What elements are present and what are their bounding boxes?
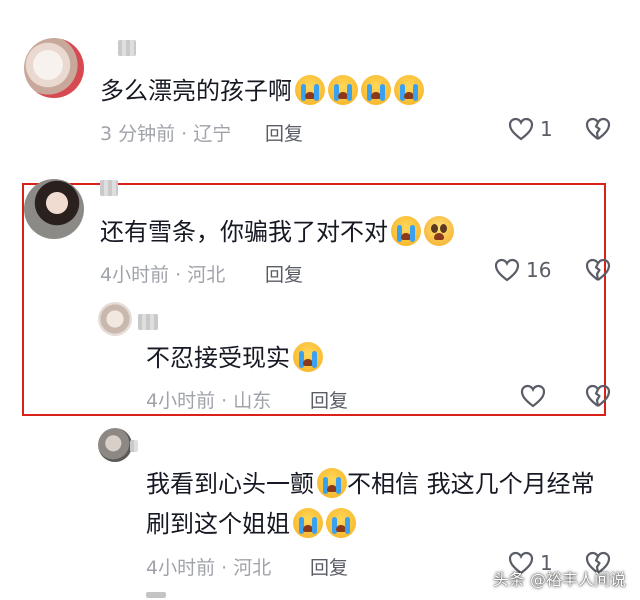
- comment-text-content: 刷到这个姐姐: [146, 510, 290, 538]
- avatar[interactable]: [24, 38, 84, 98]
- crying-face-icon: [361, 75, 391, 105]
- comment-text-content: 不忍接受现实: [146, 344, 290, 372]
- like-count: 1: [540, 117, 553, 141]
- avatar[interactable]: [98, 428, 132, 462]
- crying-face-icon: [295, 75, 325, 105]
- username-redacted[interactable]: [100, 180, 118, 196]
- heart-icon: [508, 117, 534, 141]
- reply-button[interactable]: 回复: [310, 553, 348, 580]
- reply-button[interactable]: 回复: [310, 386, 348, 413]
- reply-button[interactable]: 回复: [265, 260, 303, 287]
- comment-text-content: 多么漂亮的孩子啊: [100, 77, 292, 105]
- crying-face-icon: [326, 508, 356, 538]
- crying-face-icon: [317, 468, 347, 498]
- comment-meta: 4小时前 · 山东: [146, 390, 272, 412]
- next-comment-peek: [146, 592, 166, 598]
- comment-text-content: 我看到心头一颤: [146, 470, 314, 498]
- avatar[interactable]: [24, 179, 84, 239]
- broken-heart-icon: [585, 117, 611, 140]
- like-button[interactable]: [520, 384, 546, 408]
- dislike-button[interactable]: [585, 258, 611, 286]
- pleading-face-icon: [424, 216, 454, 246]
- crying-face-icon: [328, 75, 358, 105]
- comment-text: 多么漂亮的孩子啊: [100, 73, 424, 109]
- crying-face-icon: [293, 342, 323, 372]
- comment-meta: 4小时前 · 河北: [100, 264, 226, 286]
- crying-face-icon: [394, 75, 424, 105]
- comment-text-content: 不相信 我这几个月经常: [347, 470, 595, 498]
- heart-icon: [494, 258, 520, 282]
- crying-face-icon: [293, 508, 323, 538]
- watermark: 头条 @裕丰人间说: [492, 570, 626, 589]
- heart-icon: [520, 384, 546, 408]
- like-button[interactable]: 1: [508, 117, 553, 141]
- username-redacted[interactable]: [118, 40, 136, 56]
- avatar[interactable]: [98, 302, 132, 336]
- username-redacted[interactable]: [138, 314, 158, 330]
- reply-button[interactable]: 回复: [265, 119, 303, 146]
- like-count: 16: [526, 258, 552, 282]
- dislike-button[interactable]: [585, 117, 611, 145]
- broken-heart-icon: [585, 384, 611, 407]
- crying-face-icon: [391, 216, 421, 246]
- comment-meta: 3 分钟前 · 辽宁: [100, 123, 232, 145]
- comment-text-line-1: 我看到心头一颤 不相信 我这几个月经常: [146, 466, 595, 502]
- broken-heart-icon: [585, 258, 611, 281]
- comment-meta: 4小时前 · 河北: [146, 557, 272, 579]
- like-button[interactable]: 16: [494, 258, 551, 282]
- dislike-button[interactable]: [585, 384, 611, 412]
- comment-text-line-2: 刷到这个姐姐: [146, 506, 356, 542]
- username-redacted[interactable]: [130, 440, 138, 452]
- comment-text: 不忍接受现实: [146, 340, 323, 376]
- comment-text: 还有雪条，你骗我了对不对: [100, 214, 454, 250]
- comment-text-content: 还有雪条，你骗我了对不对: [100, 218, 388, 246]
